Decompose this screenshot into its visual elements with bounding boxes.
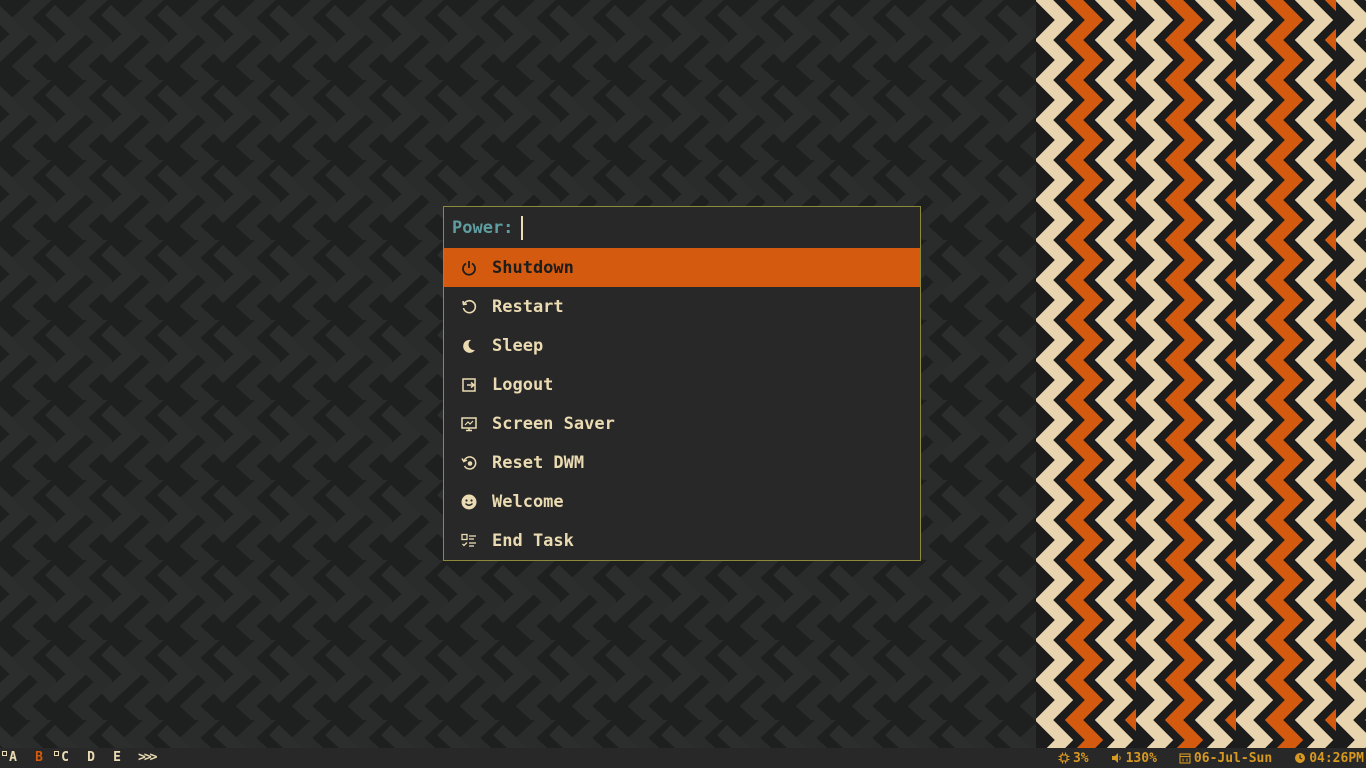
volume-icon	[1111, 753, 1121, 763]
time-module: 04:26PM	[1294, 751, 1364, 766]
calendar-icon	[1179, 753, 1191, 764]
status-bar: A B C D E >>> 3% 130% 06-Jul-Sun 04:26PM	[0, 748, 1366, 768]
occupied-indicator	[2, 751, 7, 756]
cpu-icon	[1058, 752, 1070, 764]
tag-a[interactable]: A	[0, 748, 26, 768]
power-icon	[460, 259, 478, 277]
smiley-icon	[460, 493, 478, 511]
layout-symbol[interactable]: >>>	[138, 748, 158, 768]
menu-item-reset-dwm[interactable]: Reset DWM	[444, 443, 920, 482]
monitor-icon	[460, 415, 478, 433]
cpu-module: 3%	[1058, 751, 1089, 766]
volume-value: 130%	[1125, 750, 1157, 766]
menu-item-label: Sleep	[492, 335, 544, 356]
menu-items: Shutdown Restart Sleep Logout Screen Sav…	[444, 248, 920, 560]
menu-item-label: Screen Saver	[492, 413, 615, 434]
menu-item-label: End Task	[492, 530, 574, 551]
menu-item-restart[interactable]: Restart	[444, 287, 920, 326]
reset-icon	[460, 454, 478, 472]
menu-item-screen-saver[interactable]: Screen Saver	[444, 404, 920, 443]
menu-item-label: Welcome	[492, 491, 564, 512]
prompt-label: Power:	[452, 218, 514, 238]
occupied-indicator	[54, 751, 59, 756]
tag-label: C	[61, 750, 69, 765]
menu-item-label: Restart	[492, 296, 564, 317]
tag-b[interactable]: B	[26, 748, 52, 768]
clock-icon	[1295, 753, 1306, 763]
restart-icon	[460, 298, 478, 316]
logout-icon	[460, 376, 478, 394]
menu-item-welcome[interactable]: Welcome	[444, 482, 920, 521]
power-menu: Power: Shutdown Restart Sleep Logout Scr…	[443, 206, 921, 561]
menu-item-logout[interactable]: Logout	[444, 365, 920, 404]
tag-e[interactable]: E	[104, 748, 130, 768]
menu-item-label: Shutdown	[492, 257, 574, 278]
date-value: 06-Jul-Sun	[1193, 750, 1273, 766]
moon-icon	[460, 337, 478, 355]
time-value: 04:26PM	[1309, 750, 1364, 766]
tag-label: A	[9, 750, 17, 765]
menu-item-end-task[interactable]: End Task	[444, 521, 920, 560]
cpu-value: 3%	[1072, 750, 1089, 766]
task-list-icon	[460, 532, 478, 550]
menu-item-label: Logout	[492, 374, 554, 395]
tag-list: A B C D E >>>	[0, 748, 158, 768]
tag-label: D	[87, 750, 95, 765]
menu-item-label: Reset DWM	[492, 452, 585, 473]
tag-c[interactable]: C	[52, 748, 78, 768]
search-input-cursor[interactable]	[521, 216, 524, 240]
prompt-row: Power:	[452, 215, 524, 241]
tag-label: E	[113, 750, 121, 765]
status-modules: 3% 130% 06-Jul-Sun 04:26PM	[1036, 748, 1364, 768]
menu-item-shutdown[interactable]: Shutdown	[444, 248, 920, 287]
volume-module[interactable]: 130%	[1111, 751, 1157, 766]
tag-d[interactable]: D	[78, 748, 104, 768]
tag-label: B	[35, 750, 43, 765]
date-module: 06-Jul-Sun	[1179, 751, 1272, 766]
menu-item-sleep[interactable]: Sleep	[444, 326, 920, 365]
